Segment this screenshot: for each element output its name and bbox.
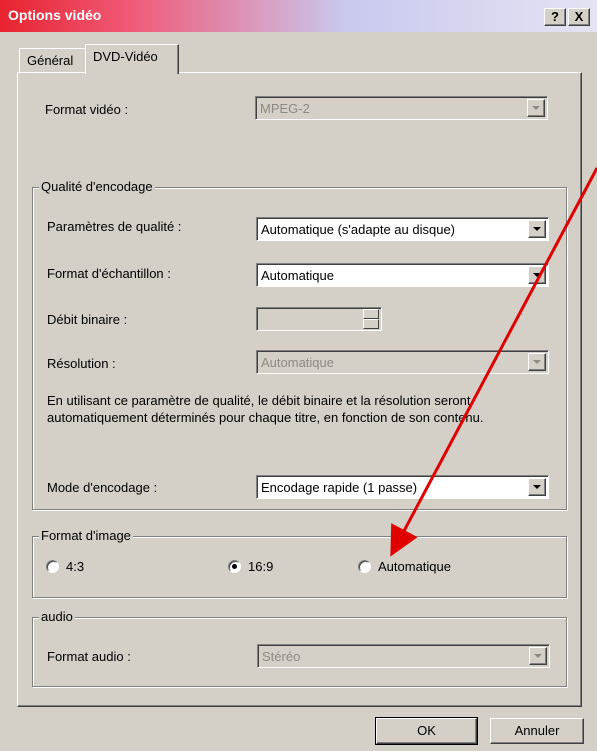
quality-description-line2: automatiquement déterminés pour chaque t…: [47, 410, 484, 425]
spin-up-button[interactable]: [363, 309, 379, 319]
cancel-button[interactable]: Annuler: [490, 718, 584, 744]
ok-button[interactable]: OK: [375, 717, 478, 745]
radio-automatic[interactable]: [358, 560, 371, 573]
sample-format-value: Automatique: [261, 268, 334, 283]
video-format-select[interactable]: MPEG-2: [255, 96, 548, 120]
quality-description-line1: En utilisant ce paramètre de qualité, le…: [47, 393, 471, 408]
radio-automatic-label[interactable]: Automatique: [378, 559, 451, 574]
resolution-select[interactable]: Automatique: [256, 350, 549, 374]
encoding-mode-select[interactable]: Encodage rapide (1 passe): [256, 475, 549, 499]
window-title: Options vidéo: [8, 7, 102, 23]
close-button[interactable]: X: [568, 8, 590, 26]
encoding-quality-legend: Qualité d'encodage: [39, 179, 155, 194]
encoding-mode-value: Encodage rapide (1 passe): [261, 480, 418, 495]
quality-label: Paramètres de qualité :: [47, 219, 182, 234]
quality-value: Automatique (s'adapte au disque): [261, 222, 455, 237]
chevron-down-icon[interactable]: [528, 353, 546, 371]
resolution-value: Automatique: [261, 355, 334, 370]
video-format-label: Format vidéo :: [45, 102, 129, 117]
spin-down-button[interactable]: [363, 319, 379, 329]
audio-format-label: Format audio :: [47, 649, 131, 664]
help-button[interactable]: ?: [544, 8, 566, 26]
quality-select[interactable]: Automatique (s'adapte au disque): [256, 217, 549, 241]
audio-format-select[interactable]: Stéréo: [257, 644, 550, 668]
tab-dvd-video[interactable]: DVD-Vidéo: [85, 44, 179, 74]
radio-16-9[interactable]: [228, 560, 241, 573]
bitrate-spinner[interactable]: [256, 307, 382, 331]
aspect-ratio-legend: Format d'image: [39, 528, 133, 543]
resolution-label: Résolution :: [47, 356, 116, 371]
chevron-down-icon[interactable]: [528, 220, 546, 238]
audio-legend: audio: [39, 609, 75, 624]
aspect-ratio-group: Format d'image 4:3 16:9 Automatique: [32, 528, 567, 598]
chevron-down-icon[interactable]: [527, 99, 545, 117]
sample-format-label: Format d'échantillon :: [47, 266, 171, 281]
audio-format-value: Stéréo: [262, 649, 301, 664]
radio-4-3[interactable]: [46, 560, 59, 573]
chevron-down-icon[interactable]: [529, 647, 547, 665]
encoding-mode-label: Mode d'encodage :: [47, 480, 158, 495]
sample-format-select[interactable]: Automatique: [256, 263, 549, 287]
video-format-value: MPEG-2: [260, 101, 310, 116]
chevron-down-icon[interactable]: [528, 478, 546, 496]
bitrate-label: Débit binaire :: [47, 312, 128, 327]
tab-general[interactable]: Général: [19, 48, 87, 74]
tab-panel: Format vidéo : MPEG-2 Qualité d'encodage…: [17, 72, 582, 707]
radio-16-9-label[interactable]: 16:9: [248, 559, 273, 574]
chevron-down-icon[interactable]: [528, 266, 546, 284]
audio-group: audio Format audio : Stéréo: [32, 609, 567, 687]
encoding-quality-group: Qualité d'encodage Paramètres de qualité…: [32, 179, 567, 510]
radio-4-3-label[interactable]: 4:3: [66, 559, 84, 574]
title-bar: Options vidéo ? X: [0, 0, 597, 32]
